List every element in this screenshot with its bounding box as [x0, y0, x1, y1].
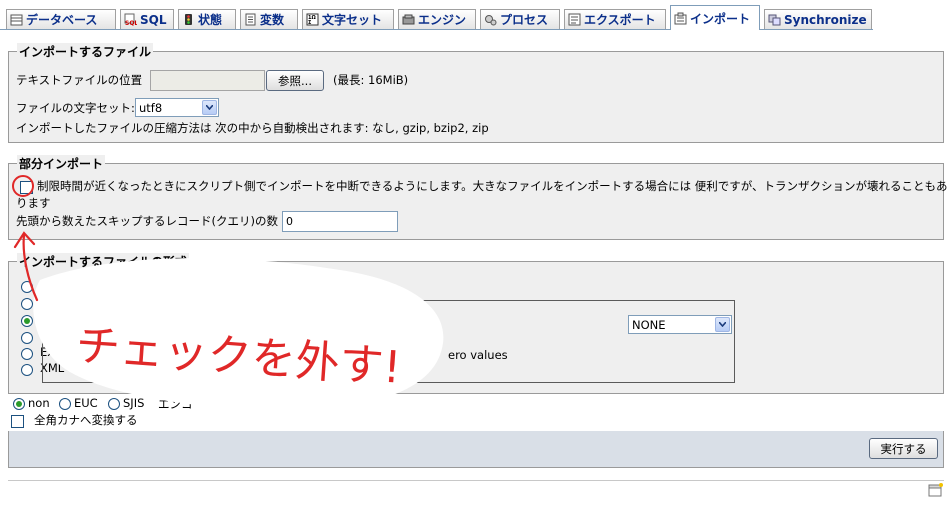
- svg-text:SQL: SQL: [125, 20, 137, 26]
- file-location-label: テキストファイルの位置: [16, 73, 143, 87]
- tab-export[interactable]: エクスポート: [564, 9, 666, 29]
- status-icon: [185, 14, 192, 25]
- tab-label: Synchronize: [784, 12, 867, 27]
- encoding-label-none: non: [28, 396, 50, 410]
- encoding-radio-euc[interactable]: [59, 398, 71, 410]
- tab-sql[interactable]: SQL SQL: [120, 9, 174, 29]
- kana-convert-checkbox[interactable]: [11, 415, 24, 428]
- file-location-input[interactable]: [150, 70, 265, 91]
- format-label: C: [40, 278, 49, 292]
- process-icon: [485, 15, 497, 26]
- compat-mode-value: NONE: [632, 317, 666, 332]
- variables-icon: [245, 13, 256, 26]
- compat-mode-select[interactable]: NONE: [628, 315, 732, 334]
- new-window-icon[interactable]: [928, 483, 944, 497]
- encoding-label-euc: EUC: [74, 396, 98, 410]
- svg-text:Σ: Σ: [308, 20, 312, 26]
- tab-label: データベース: [26, 13, 98, 27]
- charset-icon: 1ΩΣ: [306, 13, 319, 26]
- allow-interrupt-checkbox[interactable]: [20, 181, 33, 194]
- compression-note: インポートしたファイルの圧縮方法は 次の中から自動検出されます: なし, gzi…: [16, 121, 489, 135]
- format-options-box: NONE ero values: [42, 300, 735, 383]
- partial-import-section: 部分インポート 制限時間が近くなったときにスクリプト側でインポートを中断できるよ…: [8, 155, 948, 240]
- sql-icon: SQL: [124, 13, 137, 26]
- synchronize-icon: [768, 14, 781, 26]
- tab-label: エンジン: [418, 13, 467, 27]
- file-section: インポートするファイル テキストファイルの位置 参照... (最長: 16MiB…: [8, 43, 944, 143]
- encoding-radio-none[interactable]: [13, 398, 25, 410]
- file-section-legend: インポートするファイル: [17, 43, 154, 60]
- tab-label: 変数: [260, 13, 285, 27]
- format-section-legend: インポートするファイルの形式: [17, 253, 190, 270]
- tab-label: プロセス: [500, 13, 549, 27]
- tab-import[interactable]: インポート: [670, 5, 760, 30]
- import-icon: [674, 12, 687, 24]
- export-icon: [568, 13, 581, 26]
- format-radio[interactable]: [21, 298, 33, 310]
- tab-label: インポート: [690, 11, 751, 26]
- format-radio-excel[interactable]: [21, 348, 33, 360]
- tab-process[interactable]: プロセス: [480, 9, 560, 29]
- format-radio[interactable]: [21, 281, 33, 293]
- encoding-radio-sjis[interactable]: [108, 398, 120, 410]
- tab-charset[interactable]: 1Ω Σ 文字セット: [302, 9, 394, 29]
- chevron-down-icon: [202, 100, 217, 115]
- chevron-down-icon: [715, 317, 730, 332]
- tab-label: SQL: [140, 12, 167, 27]
- allow-interrupt-label-wrap: ります: [16, 196, 51, 210]
- tab-label: 文字セット: [322, 13, 383, 27]
- browse-button[interactable]: 参照...: [266, 70, 324, 91]
- format-section: インポートするファイルの形式 C Exc XML NONE ero values: [8, 253, 944, 394]
- submit-bar: 実行する: [8, 431, 944, 468]
- skip-queries-input[interactable]: [282, 211, 398, 232]
- skip-queries-label: 先頭から数えたスキップするレコード(クエリ)の数: [16, 214, 278, 228]
- engine-icon: [402, 14, 415, 25]
- charset-select[interactable]: utf8: [135, 98, 219, 117]
- kana-convert-label: 全角カナへ変換する: [34, 413, 138, 427]
- tab-engine[interactable]: エンジン: [398, 9, 476, 29]
- charset-label: ファイルの文字セット:: [16, 101, 135, 115]
- database-icon: [10, 14, 23, 26]
- partial-import-legend: 部分インポート: [17, 155, 106, 172]
- footer-divider: [8, 480, 944, 481]
- submit-button[interactable]: 実行する: [869, 438, 938, 459]
- tab-synchronize[interactable]: Synchronize: [764, 9, 872, 29]
- format-radio[interactable]: [21, 332, 33, 344]
- max-size-text: (最長: 16MiB): [333, 73, 409, 87]
- tab-label: 状態: [198, 13, 223, 27]
- format-radio-xml[interactable]: [21, 364, 33, 376]
- encoding-fragment: エンコ: [158, 397, 193, 411]
- zero-values-label: ero values: [448, 348, 508, 362]
- tab-database[interactable]: データベース: [6, 9, 116, 29]
- tab-variables[interactable]: 変数: [240, 9, 298, 29]
- tab-bar: データベース SQL SQL 状態 変数 1Ω Σ 文字セット エンジン プロセス…: [0, 0, 951, 31]
- format-radio[interactable]: [21, 315, 33, 327]
- encoding-label-sjis: SJIS: [123, 396, 145, 410]
- tab-label: エクスポート: [584, 13, 656, 27]
- allow-interrupt-label: 制限時間が近くなったときにスクリプト側でインポートを中断できるようにします。大き…: [37, 179, 948, 193]
- tab-status[interactable]: 状態: [178, 9, 236, 29]
- charset-select-value: utf8: [139, 100, 163, 115]
